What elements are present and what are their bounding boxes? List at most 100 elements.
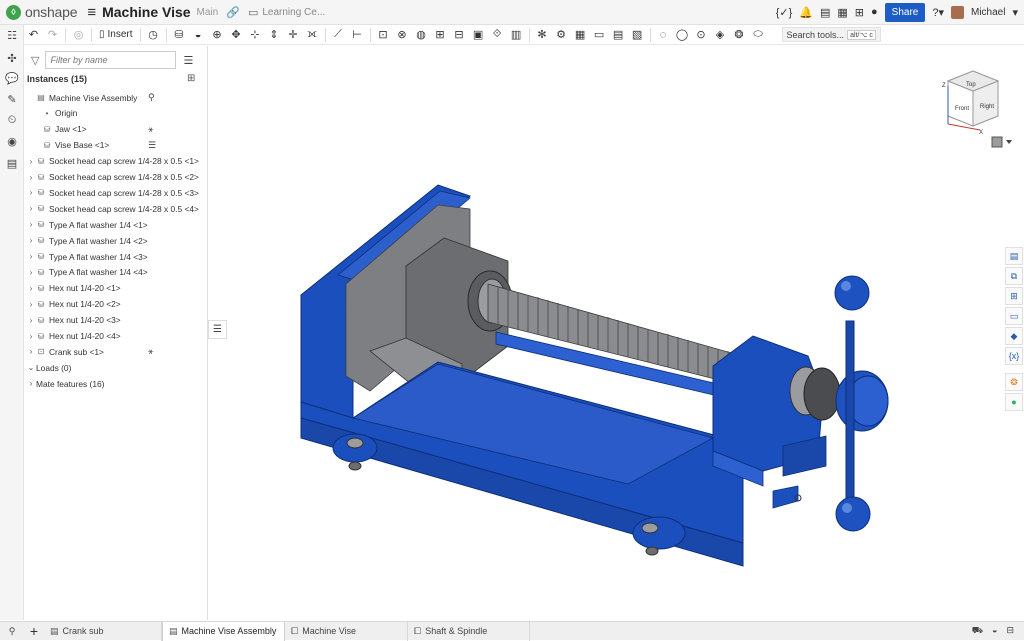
document-tab[interactable]: ▤ Crank sub — [44, 621, 162, 641]
bom-icon[interactable]: ▤ — [5, 156, 19, 170]
tree-row[interactable]: › ⛁ Type A flat washer 1/4 <4> — [24, 265, 208, 280]
mass-properties-icon[interactable]: ▧ — [628, 26, 647, 44]
more-tools-icon[interactable]: ⬭ — [749, 26, 768, 44]
chevron-right-icon[interactable]: › — [26, 347, 36, 356]
link-icon[interactable]: 🔗 — [226, 6, 240, 19]
view-options-icon[interactable] — [991, 136, 1012, 148]
fixed-icon[interactable]: ⚹ — [148, 346, 153, 357]
chevron-right-icon[interactable]: › — [26, 316, 36, 325]
tree-row[interactable]: ⛁ Jaw <1> ⚹ — [24, 122, 208, 137]
document-tab[interactable]: ⧠ Machine Vise — [285, 621, 408, 641]
insert-button[interactable]: ▯ Insert — [95, 29, 137, 40]
tree-row[interactable]: › ⛁ Hex nut 1/4-20 <1> — [24, 281, 208, 296]
onshape-logo[interactable]: ◊ onshape — [6, 4, 78, 20]
list-view-icon[interactable]: ☰ — [183, 54, 193, 67]
chevron-right-icon[interactable]: › — [26, 188, 36, 197]
simulation-icon[interactable]: ⊙ — [692, 26, 711, 44]
explode-view-icon[interactable]: ⊟ — [1006, 625, 1014, 637]
cylindrical-mate-icon[interactable]: ⊹ — [246, 26, 265, 44]
display-states-icon[interactable]: ◌ — [654, 26, 673, 44]
chevron-down-icon[interactable]: ▾ — [1012, 6, 1018, 19]
variables-icon[interactable]: {x} — [1005, 347, 1023, 365]
tree-row[interactable]: • Origin — [24, 106, 208, 121]
document-title[interactable]: Machine Vise — [102, 4, 190, 20]
view-cube[interactable]: Front Top Right Z X — [942, 70, 1000, 136]
tree-row[interactable]: › Mate features (16) — [24, 376, 208, 391]
chevron-right-icon[interactable]: › — [26, 173, 36, 182]
fixed-icon[interactable]: ⚹ — [148, 124, 153, 135]
bell-icon[interactable]: 🔔 — [799, 6, 813, 19]
group-icon[interactable]: ☰ — [148, 140, 156, 151]
tree-row[interactable]: › ⊡ Crank sub <1> ⚹ — [24, 344, 208, 359]
linear-pattern-icon[interactable]: ⊞ — [431, 26, 450, 44]
render-studio-icon[interactable]: ❂ — [1005, 373, 1023, 391]
chevron-right-icon[interactable]: › — [26, 332, 36, 341]
tree-row[interactable]: › ⛁ Type A flat washer 1/4 <3> — [24, 249, 208, 264]
measure-icon[interactable]: ▤ — [609, 26, 628, 44]
menu-icon[interactable]: ≡ — [87, 4, 96, 21]
tangent-mate-icon[interactable]: ⟋ — [329, 26, 348, 44]
section-view-icon[interactable]: ▥ — [507, 26, 526, 44]
notes-icon[interactable]: ▤ — [820, 6, 830, 19]
named-views-icon[interactable]: ◯ — [673, 26, 692, 44]
circular-pattern-icon[interactable]: ⊟ — [450, 26, 469, 44]
tree-row[interactable]: › ⛁ Type A flat washer 1/4 <1> — [24, 217, 208, 232]
appearance-panel-icon[interactable]: ▤ — [1005, 247, 1023, 265]
tree-row[interactable]: ▤ Machine Vise Assembly ⚲ — [24, 90, 208, 105]
vise-model[interactable]: Front Top Right Z X — [208, 46, 1024, 620]
apps-icon[interactable]: ⊞ — [855, 6, 864, 19]
history-icon[interactable]: ⏲ — [5, 113, 19, 127]
tree-icon[interactable]: ⚲ — [148, 92, 155, 103]
chevron-right-icon[interactable]: › — [26, 268, 36, 277]
code-icon[interactable]: {✓} — [776, 6, 793, 19]
gear-relation-icon[interactable]: ✻ — [533, 26, 552, 44]
clock-icon[interactable]: ◷ — [144, 26, 163, 44]
standard-content-icon[interactable]: ⛁ — [170, 26, 189, 44]
tree-row[interactable]: ⛁ Vise Base <1> ☰ — [24, 138, 208, 153]
ball-mate-icon[interactable]: ⟗ — [303, 26, 322, 44]
screw-relation-icon[interactable]: ▦ — [571, 26, 590, 44]
inspect-icon[interactable]: ◉ — [5, 134, 19, 148]
configurations-icon[interactable]: ⧉ — [1005, 267, 1023, 285]
tree-row[interactable]: › ⛁ Hex nut 1/4-20 <4> — [24, 329, 208, 344]
tree-row[interactable]: › ⛁ Type A flat washer 1/4 <2> — [24, 233, 208, 248]
chevron-right-icon[interactable]: › — [26, 252, 36, 261]
tree-row[interactable]: › ⛁ Socket head cap screw 1/4-28 x 0.5 <2> — [24, 170, 208, 185]
linear-relation-icon[interactable]: ▭ — [590, 26, 609, 44]
tree-row[interactable]: › ⛁ Hex nut 1/4-20 <3> — [24, 313, 208, 328]
document-tab[interactable]: ▤ Machine Vise Assembly — [162, 621, 285, 641]
display-panel-icon[interactable]: ▭ — [1005, 307, 1023, 325]
new-folder-icon[interactable]: ⊞ — [187, 73, 195, 84]
mirror-icon[interactable]: ▣ — [469, 26, 488, 44]
planar-mate-icon[interactable]: ✛ — [284, 26, 303, 44]
share-button[interactable]: Share — [884, 2, 926, 22]
filter-icon[interactable]: ▽ — [31, 54, 39, 67]
calculator-icon[interactable]: ▦ — [837, 6, 847, 19]
tree-row[interactable]: › ⛁ Socket head cap screw 1/4-28 x 0.5 <1> — [24, 154, 208, 169]
undo-icon[interactable]: ↶ — [24, 26, 43, 44]
group-icon[interactable]: ⊡ — [374, 26, 393, 44]
document-tab[interactable]: ⧠ Shaft & Spindle — [408, 621, 530, 641]
graphics-viewport[interactable]: Front Top Right Z X — [208, 46, 1024, 620]
expand-panel-icon[interactable]: ☰ — [208, 320, 227, 339]
tree-row[interactable]: ⌄ Loads (0) — [24, 360, 208, 375]
render-icon[interactable]: ❂ — [730, 26, 749, 44]
chevron-right-icon[interactable]: › — [26, 204, 36, 213]
tree-row[interactable]: › ⛁ Socket head cap screw 1/4-28 x 0.5 <4> — [24, 201, 208, 216]
revolute-mate-icon[interactable]: ⊕ — [208, 26, 227, 44]
tab-manager-icon[interactable]: ⚲ — [0, 626, 24, 637]
comments-icon[interactable]: 💬 — [5, 71, 19, 85]
chevron-right-icon[interactable]: › — [26, 300, 36, 309]
rack-pinion-icon[interactable]: ⚙ — [552, 26, 571, 44]
tree-row[interactable]: › ⛁ Socket head cap screw 1/4-28 x 0.5 <3> — [24, 185, 208, 200]
color-palette-icon[interactable]: ● — [1005, 393, 1023, 411]
section-toggle-icon[interactable]: ◒ — [992, 625, 997, 637]
replicate-icon[interactable]: ⊗ — [393, 26, 412, 44]
explode-icon[interactable]: ⟐ — [488, 26, 507, 44]
view-mode-icon[interactable]: ⛟ — [972, 625, 983, 637]
pin-slot-mate-icon[interactable]: ⇕ — [265, 26, 284, 44]
animate-icon[interactable]: ◈ — [711, 26, 730, 44]
regenerate-icon[interactable]: ◎ — [69, 26, 88, 44]
help-icon[interactable]: ?▾ — [932, 6, 944, 19]
mate-icon[interactable]: ✣ — [5, 51, 19, 65]
